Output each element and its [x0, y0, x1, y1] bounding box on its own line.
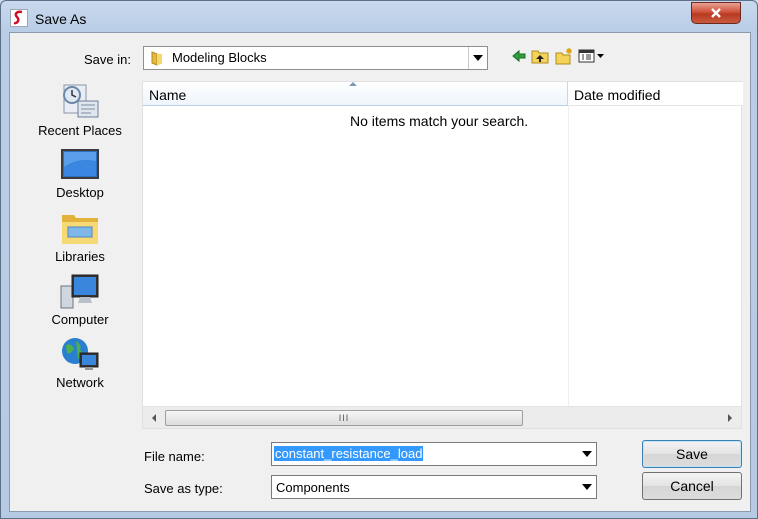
places-bar: Recent Places Desktop Libraries Computer…	[18, 79, 142, 431]
save-button-label: Save	[676, 446, 708, 462]
place-label: Desktop	[56, 185, 104, 200]
chevron-left-icon	[152, 413, 156, 422]
recent-places-icon	[63, 84, 99, 118]
file-name-dropdown-button[interactable]	[577, 443, 596, 465]
place-label: Libraries	[55, 249, 105, 264]
save-in-label: Save in:	[84, 52, 131, 67]
place-libraries[interactable]: Libraries	[18, 209, 142, 264]
file-name-label: File name:	[144, 449, 205, 464]
cancel-button[interactable]: Cancel	[642, 472, 742, 500]
save-button[interactable]: Save	[642, 440, 742, 468]
chevron-down-icon	[581, 451, 592, 457]
desktop-icon	[61, 149, 99, 179]
scroll-right-button[interactable]	[721, 407, 739, 428]
column-label: Date modified	[574, 87, 661, 103]
view-menu-icon[interactable]	[578, 47, 606, 65]
back-arrow-icon[interactable]	[510, 47, 528, 65]
file-name-value: constant_resistance_load	[274, 446, 424, 461]
up-folder-icon[interactable]	[531, 47, 549, 65]
place-recent-places[interactable]: Recent Places	[18, 83, 142, 138]
place-network[interactable]: Network	[18, 335, 142, 390]
close-button[interactable]	[691, 2, 741, 24]
save-in-dropdown-button[interactable]	[468, 47, 487, 69]
place-label: Network	[56, 375, 104, 390]
place-computer[interactable]: Computer	[18, 272, 142, 327]
network-icon	[62, 338, 99, 370]
place-label: Recent Places	[38, 123, 122, 138]
column-divider	[568, 106, 569, 406]
column-label: Name	[149, 87, 187, 103]
save-as-type-dropdown-button[interactable]	[577, 476, 596, 498]
file-name-input[interactable]: constant_resistance_load	[271, 442, 597, 466]
dialog-body: Save in: Modeling Blocks Recent Places D…	[9, 32, 751, 512]
scrollbar-thumb[interactable]: III	[165, 410, 523, 426]
computer-icon	[60, 274, 99, 309]
save-in-combo[interactable]: Modeling Blocks	[143, 46, 488, 70]
sort-ascending-icon	[349, 82, 357, 86]
chevron-down-icon	[473, 55, 483, 61]
place-label: Computer	[51, 312, 109, 327]
window-title: Save As	[35, 11, 87, 27]
app-icon	[10, 9, 28, 27]
save-in-value: Modeling Blocks	[172, 50, 267, 65]
chevron-down-icon	[581, 484, 592, 490]
libraries-icon	[62, 215, 98, 244]
save-as-type-value: Components	[276, 480, 350, 495]
file-list[interactable]: Name Date modified No items match your s…	[142, 81, 743, 429]
empty-message: No items match your search.	[350, 113, 529, 129]
place-desktop[interactable]: Desktop	[18, 147, 142, 200]
scroll-left-button[interactable]	[145, 407, 163, 428]
title-bar[interactable]: Save As	[1, 1, 757, 35]
folder-icon	[151, 51, 162, 66]
cancel-button-label: Cancel	[670, 478, 714, 494]
new-folder-icon[interactable]	[555, 47, 573, 65]
save-as-type-label: Save as type:	[144, 481, 223, 496]
horizontal-scrollbar[interactable]: III	[143, 406, 741, 428]
scrollbar-grip: III	[338, 413, 350, 423]
column-header-name[interactable]: Name	[143, 82, 568, 106]
column-header-date-modified[interactable]: Date modified	[568, 82, 743, 106]
save-as-type-select[interactable]: Components	[271, 475, 597, 499]
chevron-right-icon	[728, 413, 732, 422]
save-as-dialog: Save As Save in: Modeling Blocks Recent …	[0, 0, 758, 519]
close-icon	[711, 8, 721, 18]
